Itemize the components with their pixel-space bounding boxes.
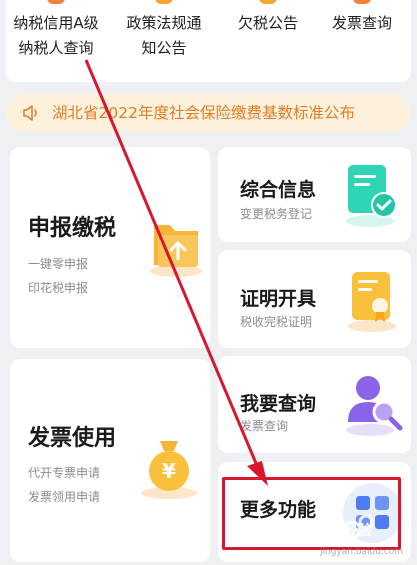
quick-link-label-line2: 知公告 (141, 39, 187, 57)
tile-subtitle[interactable]: 发票领用申请 (28, 488, 100, 505)
tile-title: 证明开具 (240, 288, 317, 310)
speaker-icon (23, 105, 37, 121)
watermark-url: jingyan.baidu.com (320, 547, 404, 557)
svg-text:¥: ¥ (162, 459, 176, 483)
notice-text: 湖北省2022年度社会保险缴费基数标准公布 (52, 104, 355, 122)
quick-link-label-line1: 纳税信用A级 (13, 14, 99, 32)
quick-link-tax-arrears[interactable]: 欠税公告 (218, 0, 318, 36)
tile-subtitle[interactable]: 一键零申报 (28, 255, 88, 272)
quick-link-label-line1: 政策法规通 (126, 14, 202, 32)
tile-title: 综合信息 (240, 179, 317, 201)
watermark-text: 经验 (344, 523, 372, 539)
tile-subtitle[interactable]: 税收完税证明 (240, 313, 312, 330)
tile-query[interactable]: 我要查询 发票查询 (218, 356, 411, 453)
tile-subtitle[interactable]: 代开专票申请 (28, 464, 100, 481)
money-bag-icon: ¥ (141, 441, 197, 499)
quick-link-label-line2: 纳税人查询 (18, 39, 94, 57)
quick-link-invoice-search[interactable]: 发票查询 (312, 0, 412, 36)
document-check-icon (346, 165, 397, 227)
quick-link-label-line1: 发票查询 (331, 14, 392, 32)
tile-title: 我要查询 (240, 393, 317, 415)
tile-subtitle[interactable]: 印花税申报 (28, 279, 88, 296)
quick-link-label-line1: 欠税公告 (237, 14, 298, 32)
tile-invoice-use[interactable]: 发票使用 代开专票申请 发票领用申请 ¥ (10, 359, 210, 562)
tile-subtitle[interactable]: 变更税务登记 (240, 205, 312, 222)
tile-title: 发票使用 (28, 426, 117, 451)
tile-tax-filing[interactable]: 申报缴税 一键零申报 印花税申报 (10, 147, 210, 348)
user-search-icon (346, 376, 403, 436)
quick-link-credit-query[interactable]: 纳税信用A级 纳税人查询 (6, 0, 106, 61)
folder-upload-icon (150, 225, 202, 277)
notice-bar[interactable]: 湖北省2022年度社会保险缴费基数标准公布 (6, 94, 411, 132)
tile-certificate[interactable]: 证明开具 税收完税证明 (218, 250, 411, 348)
quick-links-panel: 纳税信用A级 纳税人查询 政策法规通 知公告 欠税公告 发票查询 (6, 0, 411, 82)
tile-subtitle[interactable]: 发票查询 (240, 417, 288, 434)
certificate-icon (348, 272, 396, 332)
tile-title: 申报缴税 (28, 216, 117, 241)
tile-general-info[interactable]: 综合信息 变更税务登记 (218, 147, 411, 242)
quick-link-policy[interactable]: 政策法规通 知公告 (114, 0, 214, 61)
